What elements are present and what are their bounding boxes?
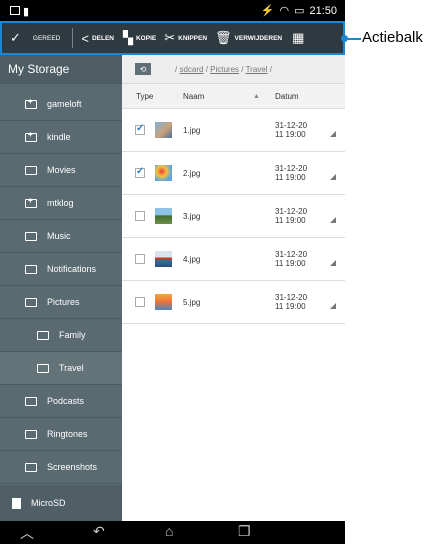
scissors-icon: ✂ [164,30,176,45]
sidebar-item-family[interactable]: Family [0,319,122,352]
copy-button[interactable]: ▚ KOPIE [123,30,156,46]
sidebar-item-microsd[interactable]: MicroSD [0,485,122,521]
column-date[interactable]: Datum [275,92,299,101]
sidebar-title: My Storage [0,55,122,84]
row-corner-icon [330,303,336,309]
file-row-2[interactable]: 2.jpg 31-12-2011 19:00 [122,152,345,195]
status-bar: ▮ ⚡ ◠ ▭ 21:50 [0,0,345,21]
image-thumbnail [155,122,172,138]
row-corner-icon [330,217,336,223]
sidebar-item-gameloft[interactable]: gameloft [0,88,122,121]
row-corner-icon [330,131,336,137]
column-name[interactable]: Naam [183,92,204,101]
sidebar-item-music[interactable]: Music [0,220,122,253]
folder-icon [25,264,37,274]
select-all-button[interactable]: ▦ [292,30,304,46]
folder-up-icon: ⟲ [139,64,147,74]
image-thumbnail [155,251,172,267]
screenshot-icon [10,6,20,15]
notification-icons: ▮ [10,5,29,18]
sidebar-item-pictures[interactable]: Pictures [0,286,122,319]
device-screen: ▮ ⚡ ◠ ▭ 21:50 ✓ GEREED < DELEN ▚ KOPIE ✂… [0,0,345,544]
trash-icon: 🗑 [215,30,232,45]
sd-card-icon [12,497,21,509]
file-list-panel: ⟲ / sdcard / Pictures / Travel / Type Na… [122,55,345,521]
breadcrumb-sdcard[interactable]: sdcard [179,65,203,74]
column-type[interactable]: Type [136,92,153,101]
storage-sidebar: My Storage gameloft kindle Movies mtklog… [0,55,122,521]
folder-icon [25,196,37,208]
breadcrumb-travel[interactable]: Travel [246,65,268,74]
path-back-button[interactable]: ⟲ [135,63,151,75]
folder-icon [25,297,37,307]
delete-button[interactable]: 🗑 VERWIJDEREN [215,30,282,46]
sidebar-item-ringtones[interactable]: Ringtones [0,418,122,451]
row-checkbox[interactable] [135,123,145,135]
row-corner-icon [330,260,336,266]
divider [72,28,74,48]
row-checkbox[interactable] [135,297,145,307]
folder-icon [25,165,37,175]
battery-icon: ▭ [294,5,305,17]
image-thumbnail [155,294,172,310]
folder-icon [25,130,37,142]
folder-icon [25,429,37,439]
clock: 21:50 [309,4,337,17]
wifi-icon: ◠ [279,5,290,17]
image-thumbnail [155,165,172,181]
row-checkbox[interactable] [135,211,145,221]
copy-icon: ▚ [122,30,133,45]
breadcrumb: / sdcard / Pictures / Travel / [175,64,272,74]
action-bar: ✓ GEREED < DELEN ▚ KOPIE ✂ KNIPPEN 🗑 VER… [0,21,345,55]
recent-apps-chevron-icon[interactable]: ︿ [20,523,34,543]
folder-icon [25,97,37,109]
status-right: ⚡ ◠ ▭ 21:50 [260,4,337,18]
sidebar-item-screenshots[interactable]: Screenshots [0,451,122,484]
back-icon[interactable]: ↶ [93,523,105,540]
image-thumbnail [155,208,172,224]
done-button[interactable]: ✓ GEREED [10,30,60,46]
folder-icon [25,396,37,406]
folder-icon [25,231,37,241]
row-checkbox[interactable] [135,166,145,178]
folder-icon [37,363,49,373]
folder-icon [37,330,49,340]
navigation-bar: ︿ ↶ ⌂ ❐ [0,521,345,544]
file-row-5[interactable]: 5.jpg 31-12-20 11 19:00 [122,281,345,324]
sidebar-item-podcasts[interactable]: Podcasts [0,385,122,418]
sidebar-item-mtklog[interactable]: mtklog [0,187,122,220]
home-icon[interactable]: ⌂ [165,523,173,539]
recent-apps-icon[interactable]: ❐ [238,523,251,540]
cut-button[interactable]: ✂ KNIPPEN [164,30,207,46]
folder-icon [25,462,37,472]
file-row-1[interactable]: 1.jpg 31-12-2011 19:00 [122,109,345,152]
sidebar-item-movies[interactable]: Movies [0,154,122,187]
sort-up-icon: ▲ [253,92,260,100]
file-row-4[interactable]: 4.jpg 31-12-20 11 19:00 [122,238,345,281]
signal-icon: ⚡ [260,5,275,17]
share-icon: < [81,30,89,46]
row-corner-icon [330,174,336,180]
path-bar: ⟲ / sdcard / Pictures / Travel / [122,55,345,84]
file-row-3[interactable]: 3.jpg 31-12-20 11 19:00 [122,195,345,238]
sidebar-item-travel[interactable]: Travel [0,352,122,385]
sidebar-item-kindle[interactable]: kindle [0,121,122,154]
check-icon: ✓ [10,30,21,45]
breadcrumb-pictures[interactable]: Pictures [210,65,239,74]
callout-label: Actiebalk [362,29,423,46]
callout-line [343,38,361,40]
sidebar-item-notifications[interactable]: Notifications [0,253,122,286]
share-button[interactable]: < DELEN [81,31,114,46]
row-checkbox[interactable] [135,254,145,264]
column-header-row: Type Naam ▲ Datum [122,84,345,109]
grid-icon: ▦ [292,30,305,45]
